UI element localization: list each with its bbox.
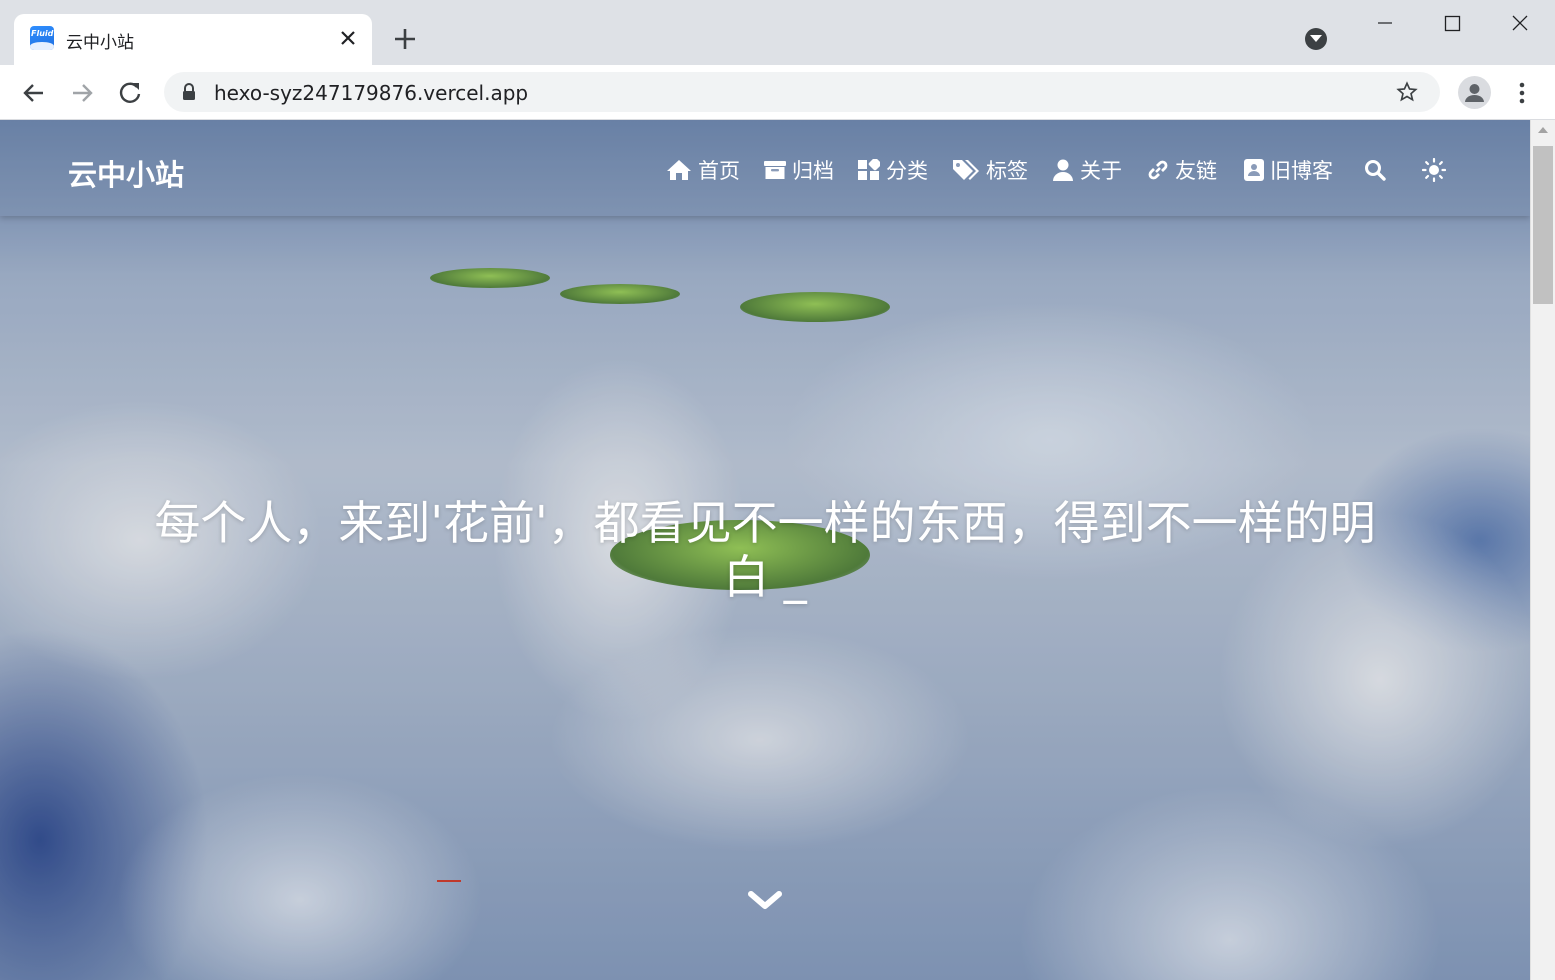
minimize-icon[interactable] (1350, 0, 1418, 46)
fluid-favicon-icon: Fluid (30, 26, 54, 50)
url-text[interactable]: hexo-syz247179876.vercel.app (214, 81, 528, 105)
nav-item-categories[interactable]: 分类 (858, 156, 928, 184)
nav-label-archive: 归档 (792, 159, 834, 183)
site-brand[interactable]: 云中小站 (68, 152, 184, 194)
bookmark-star-icon[interactable] (1396, 81, 1418, 103)
nav-label-links: 友链 (1175, 159, 1217, 183)
decorative-dash (437, 880, 461, 882)
archive-icon (764, 161, 786, 179)
tags-icon (953, 160, 979, 180)
nav-label-about: 关于 (1080, 159, 1122, 183)
tab-search-icon[interactable] (1305, 28, 1327, 50)
search-icon (1365, 160, 1386, 181)
hero-line-2: 白 _ (723, 550, 807, 604)
tab-title: 云中小站 (66, 33, 134, 53)
hero-subtitle: 每个人，来到'花前'，都看见不一样的东西，得到不一样的明 白 _ (120, 496, 1410, 604)
scrollbar-thumb[interactable] (1533, 146, 1553, 304)
new-tab-icon[interactable] (392, 26, 418, 52)
hero-line-1: 每个人，来到'花前'，都看见不一样的东西，得到不一样的明 (154, 496, 1376, 550)
nav-item-home[interactable]: 首页 (666, 156, 740, 184)
nav-label-tags: 标签 (986, 159, 1028, 183)
nav-item-links[interactable]: 友链 (1147, 156, 1217, 184)
maximize-icon[interactable] (1418, 0, 1486, 46)
close-tab-icon[interactable] (336, 26, 360, 50)
nav-label-old-blog: 旧博客 (1270, 159, 1333, 183)
category-icon (858, 159, 880, 180)
nav-label-home: 首页 (698, 159, 740, 183)
back-arrow-icon[interactable] (19, 78, 49, 108)
menu-kebab-icon[interactable] (1510, 79, 1534, 107)
browser-toolbar: hexo-syz247179876.vercel.app (0, 65, 1555, 120)
address-book-icon (1244, 159, 1264, 181)
lock-icon[interactable] (182, 83, 196, 101)
theme-toggle-button[interactable] (1422, 156, 1446, 184)
user-icon (1053, 159, 1073, 181)
reload-icon[interactable] (115, 78, 145, 108)
close-window-icon[interactable] (1486, 0, 1554, 46)
scroll-up-arrow-icon[interactable] (1538, 126, 1548, 134)
site-navbar: 云中小站 首页 归档 分类 标签 关于 友链 旧博客 (0, 120, 1530, 216)
link-icon (1148, 160, 1168, 180)
search-button[interactable] (1364, 156, 1386, 184)
nav-item-tags[interactable]: 标签 (952, 156, 1028, 184)
sun-icon (1422, 158, 1446, 182)
nav-item-about[interactable]: 关于 (1052, 156, 1122, 184)
address-bar[interactable]: hexo-syz247179876.vercel.app (164, 72, 1440, 112)
nav-item-old-blog[interactable]: 旧博客 (1244, 156, 1333, 184)
page-scrollbar[interactable] (1530, 120, 1555, 980)
page-viewport: 云中小站 首页 归档 分类 标签 关于 友链 旧博客 每个人，来到'花前'，都看… (0, 120, 1530, 980)
nav-label-categories: 分类 (886, 159, 928, 183)
nav-item-archive[interactable]: 归档 (764, 156, 834, 184)
forward-arrow-icon[interactable] (67, 78, 97, 108)
favicon-text: Fluid (31, 29, 54, 38)
browser-tab[interactable]: Fluid 云中小站 (14, 14, 372, 65)
profile-avatar-icon[interactable] (1458, 76, 1491, 109)
home-icon (667, 160, 691, 180)
scroll-down-chevron-icon[interactable] (747, 888, 783, 912)
browser-titlebar: Fluid 云中小站 (0, 0, 1555, 65)
